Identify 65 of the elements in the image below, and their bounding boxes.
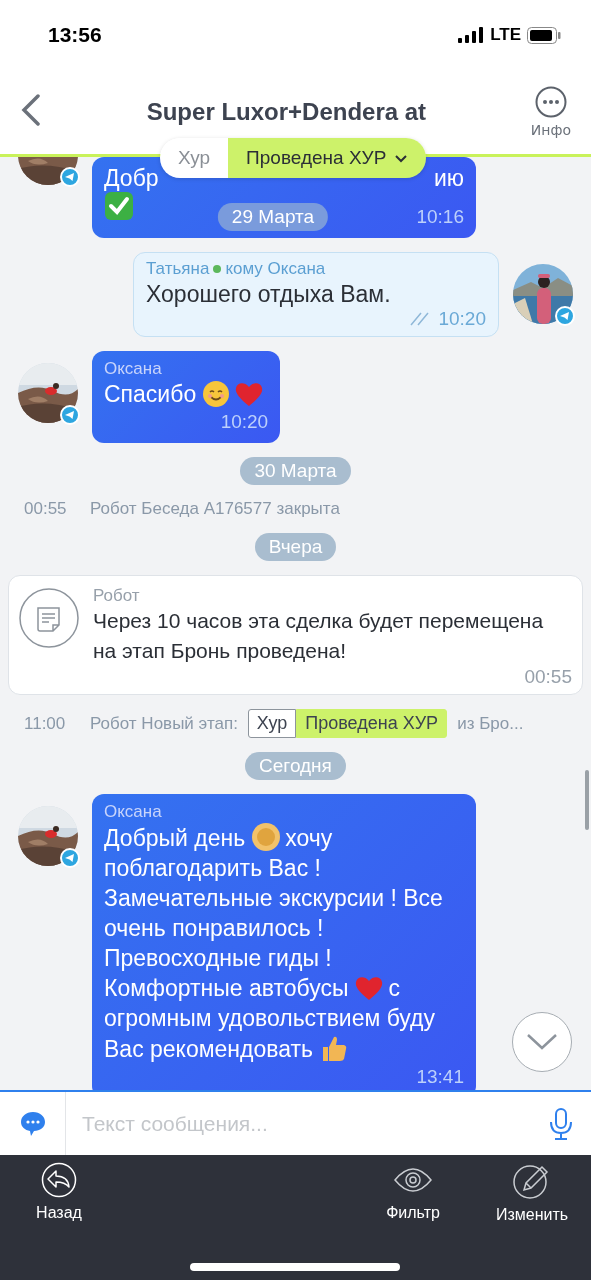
battery-icon (527, 26, 561, 44)
stage-selector[interactable]: Хур Проведена ХУР (160, 138, 427, 178)
message-text: Замечательные экскурсии ! Все (104, 885, 443, 911)
date-chip: 29 Марта (217, 203, 329, 231)
message-text: хочу (285, 825, 333, 851)
stage-tag: Проведена ХУР (296, 709, 448, 738)
message-time: 00:55 (524, 666, 572, 688)
scrollbar[interactable] (585, 770, 589, 830)
sender-name: Оксана (104, 802, 163, 822)
heart-icon (234, 380, 265, 408)
event-text: Робот Новый этап: (90, 713, 238, 734)
telegram-badge-icon (60, 405, 80, 425)
telegram-badge-icon (555, 306, 575, 326)
chevron-down-icon (526, 1033, 558, 1051)
message-text: огромным удовольствием буду (104, 1005, 436, 1031)
smiley-icon (202, 380, 231, 408)
pencil-icon (513, 1162, 551, 1200)
signal-icon (458, 27, 485, 43)
date-chip: Сегодня (245, 752, 346, 780)
message-time: 13:41 (416, 1066, 464, 1088)
chat-title: Super Luxor+Dendera at (145, 98, 428, 126)
message-text: Добрый день (104, 825, 246, 851)
message-text: с (388, 975, 400, 1001)
network-label: LTE (490, 25, 521, 45)
message-text: Комфортные автобусы (104, 975, 349, 1001)
back-icon[interactable] (20, 94, 42, 126)
date-chip: 30 Марта (240, 457, 351, 485)
telegram-badge-icon (60, 848, 80, 868)
status-time: 13:56 (48, 23, 102, 47)
info-button[interactable]: Инфо (530, 86, 571, 138)
toolbar-button[interactable]: Фильтр (363, 1162, 463, 1222)
message-text: поблагодарить Вас ! (104, 855, 321, 881)
document-icon (19, 588, 79, 648)
sender-name: Оксана (104, 359, 163, 379)
message-time: 10:16 (416, 206, 464, 228)
message-text: Вас рекомендовать (104, 1036, 313, 1062)
message-text: очень понравилось ! (104, 915, 324, 941)
message-time: 10:20 (220, 411, 269, 433)
event-time: 00:55 (24, 499, 68, 519)
heart-icon (354, 974, 385, 1002)
event-text: из Бро... (457, 713, 524, 734)
sun-icon (251, 822, 282, 852)
stage-segment[interactable]: Проведена ХУР (228, 138, 427, 178)
message-text: ию (433, 165, 464, 191)
message-text: Спасибо (104, 381, 197, 407)
date-chip: Вчера (254, 533, 337, 561)
message-text: Добр (104, 165, 159, 191)
event-text: Робот Беседа A176577 закрыта (90, 499, 340, 519)
microphone-icon[interactable] (549, 1107, 573, 1140)
check-mark-icon (104, 191, 134, 221)
caret-icon (394, 153, 409, 163)
message-text: Через 10 часов эта сделка будет перемещена на этап Бронь проведена! (93, 608, 545, 664)
toolbar-button[interactable]: Изменить (473, 1162, 591, 1224)
chat-bubble-icon[interactable] (18, 1109, 47, 1138)
recipient-label: кому Оксана (225, 259, 326, 279)
telegram-badge-icon (60, 167, 80, 187)
message-text: Превосходные гиды ! (104, 945, 332, 971)
sender-name: Татьяна (146, 259, 210, 279)
message-text: Хорошего отдыха Вам. (146, 281, 392, 308)
event-time: 11:00 (24, 713, 67, 734)
message-time: 10:20 (438, 308, 486, 330)
sender-name: Робот (93, 586, 141, 606)
more-icon (534, 86, 567, 118)
toolbar-button[interactable]: Назад (0, 1162, 118, 1222)
stage-tag: Хур (247, 709, 297, 738)
